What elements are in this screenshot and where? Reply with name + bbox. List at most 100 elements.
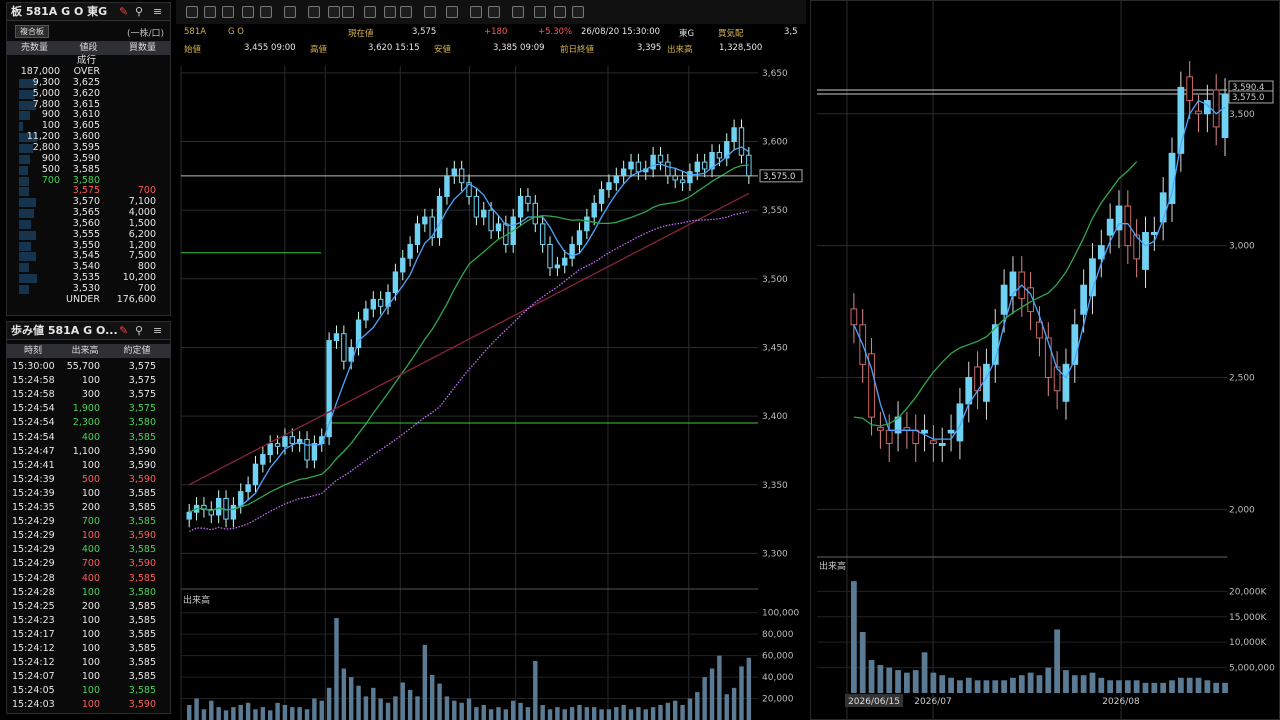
volume-bar: [1186, 677, 1193, 693]
tick-row[interactable]: 15:30:00 55,700 3,575: [7, 360, 170, 374]
ruler-tool-icon[interactable]: [446, 6, 458, 18]
ask-row[interactable]: 900 3,590: [7, 153, 170, 165]
pin-icon[interactable]: ✎: [119, 3, 128, 20]
ma-fast-line: [853, 99, 1226, 440]
price-level: 3,555: [72, 228, 100, 240]
tick-price: 3,585: [128, 487, 156, 499]
wave-tool-icon[interactable]: [284, 6, 296, 18]
menu-icon[interactable]: ≡: [153, 322, 162, 339]
unit-mode-label[interactable]: (一株/口): [127, 26, 164, 39]
candle: [282, 436, 288, 447]
tick-row[interactable]: 15:24:23 100 3,585: [7, 614, 170, 628]
tick-row[interactable]: 15:24:54 2,300 3,580: [7, 416, 170, 430]
tick-row[interactable]: 15:24:54 400 3,585: [7, 431, 170, 445]
fib-tool-icon[interactable]: [242, 6, 254, 18]
volume-bar: [437, 683, 442, 720]
tick-price: 3,585: [128, 628, 156, 640]
tick-row[interactable]: 15:24:29 100 3,590: [7, 529, 170, 543]
volume-bar: [547, 709, 553, 720]
y-tick-label: 3,500: [1229, 110, 1255, 120]
tick-row[interactable]: 15:24:41 100 3,590: [7, 459, 170, 473]
ask-qty: 500: [41, 163, 60, 175]
tick-row[interactable]: 15:24:12 100 3,585: [7, 642, 170, 656]
candle: [1221, 93, 1229, 138]
tick-row[interactable]: 15:24:58 100 3,575: [7, 374, 170, 388]
tick-time: 15:24:28: [12, 572, 55, 584]
tick-time: 15:24:54: [12, 417, 55, 429]
tick-time: 15:24:17: [12, 628, 55, 640]
text-tool-icon[interactable]: [470, 6, 482, 18]
eraser-tool-icon[interactable]: [512, 6, 524, 18]
volume-tick-label: 20,000: [762, 695, 794, 705]
candle: [414, 223, 421, 245]
settings-tool-icon[interactable]: [572, 6, 584, 18]
candle: [938, 442, 946, 446]
tick-row[interactable]: 15:24:39 500 3,590: [7, 473, 170, 487]
volume-bar: [290, 707, 295, 720]
zoom-tool-icon[interactable]: [488, 6, 500, 18]
circle-tool-icon[interactable]: [364, 6, 376, 18]
search-icon[interactable]: ⚲: [135, 3, 143, 20]
tick-row[interactable]: 15:24:28 400 3,585: [7, 572, 170, 586]
tick-row[interactable]: 15:24:29 700 3,585: [7, 515, 170, 529]
tick-price: 3,590: [128, 558, 156, 570]
tick-row[interactable]: 15:24:17 100 3,585: [7, 628, 170, 642]
tick-row[interactable]: 15:24:05 100 3,585: [7, 684, 170, 698]
tick-row[interactable]: 15:24:25 200 3,585: [7, 600, 170, 614]
time-and-sales-titlebar[interactable]: 歩み値 581A G O... ✎ ⚲ ≡: [7, 322, 170, 340]
pattern-tool-icon[interactable]: [308, 6, 320, 18]
candle: [422, 216, 428, 225]
hline-tool-icon[interactable]: [400, 6, 412, 18]
arrow-tool-icon[interactable]: [328, 6, 340, 18]
candle: [576, 230, 583, 245]
volume-bar: [371, 687, 376, 720]
candle: [738, 127, 745, 156]
ray-tool-icon[interactable]: [204, 6, 216, 18]
candle: [444, 175, 450, 197]
tick-row[interactable]: 15:24:54 1,900 3,575: [7, 402, 170, 416]
volume-bar: [939, 675, 946, 693]
candle: [400, 257, 406, 273]
volume-bar: [304, 709, 310, 720]
line-tool-icon[interactable]: [186, 6, 198, 18]
undo-tool-icon[interactable]: [554, 6, 566, 18]
volume-bar: [665, 702, 671, 720]
menu-icon[interactable]: ≡: [153, 3, 162, 20]
bid-row[interactable]: 6,200 3,555: [7, 228, 170, 241]
tick-row[interactable]: 15:24:03 100 3,590: [7, 698, 170, 712]
tick-row[interactable]: 15:24:58 300 3,575: [7, 388, 170, 402]
rect-tool-icon[interactable]: [384, 6, 396, 18]
volume-bar: [868, 659, 875, 693]
polygon-tool-icon[interactable]: [342, 6, 354, 18]
volume-bar: [912, 670, 919, 693]
tick-row[interactable]: 15:24:29 400 3,585: [7, 543, 170, 557]
daily-chart[interactable]: 3,5003,0002,5002,0003,590.43,575.0出来高20,…: [811, 1, 1279, 719]
vline-tool-icon[interactable]: [424, 6, 436, 18]
tab-composite-board[interactable]: 複合板: [15, 25, 49, 38]
tick-row[interactable]: 15:24:12 100 3,585: [7, 656, 170, 670]
candle: [657, 154, 664, 163]
bid-row[interactable]: 176,600 UNDER: [7, 294, 170, 306]
copy-tool-icon[interactable]: [534, 6, 546, 18]
intraday-chart[interactable]: 3,650 3,600 3,550 3,500 3,450 3,400 3,350 3,300…: [176, 54, 806, 720]
channel-tool-icon[interactable]: [222, 6, 234, 18]
volume-bar: [606, 709, 612, 720]
tick-row[interactable]: 15:24:39 100 3,585: [7, 487, 170, 501]
tick-time: 15:24:29: [12, 530, 55, 542]
search-icon[interactable]: ⚲: [135, 322, 143, 339]
pin-icon[interactable]: ✎: [119, 322, 128, 339]
candle: [1142, 231, 1149, 270]
volume-bar: [680, 704, 685, 720]
tick-row[interactable]: 15:24:29 700 3,590: [7, 557, 170, 571]
depth-bar: [19, 122, 23, 132]
grid-tool-icon[interactable]: [260, 6, 272, 18]
tick-row[interactable]: 15:24:47 1,100 3,590: [7, 445, 170, 459]
tick-volume: 200: [81, 600, 100, 612]
tick-row[interactable]: 15:24:28 100 3,580: [7, 586, 170, 600]
ask-row[interactable]: 5,000 3,620: [7, 88, 170, 100]
ask-row[interactable]: 500 3,585: [7, 163, 170, 176]
tick-row[interactable]: 15:24:35 200 3,585: [7, 501, 170, 515]
candle: [947, 429, 955, 434]
order-board-titlebar[interactable]: 板 581A G O 東G ✎ ⚲ ≡: [7, 3, 170, 21]
tick-row[interactable]: 15:24:07 100 3,585: [7, 670, 170, 684]
